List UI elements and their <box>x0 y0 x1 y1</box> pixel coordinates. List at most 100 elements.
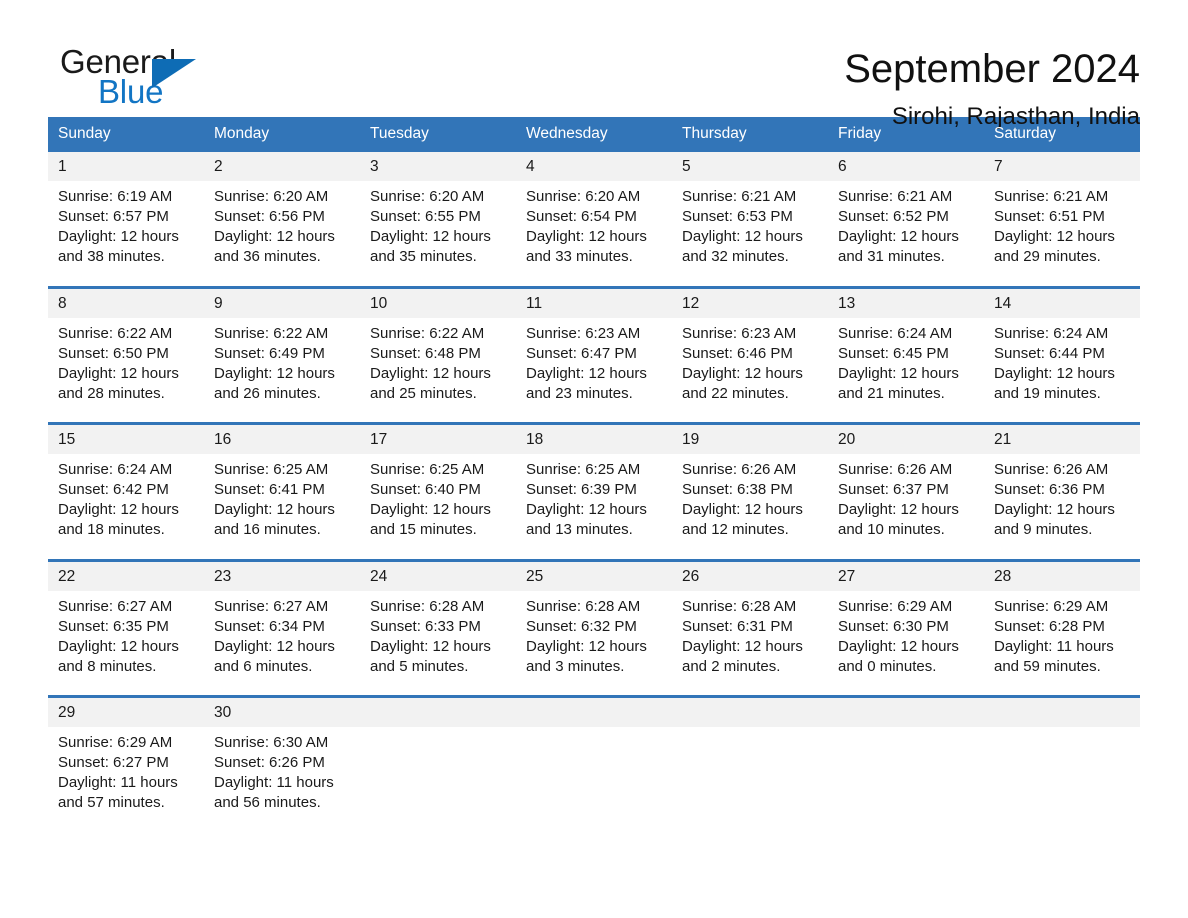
day-cell-date[interactable]: 12 <box>672 285 828 318</box>
daylight-text-line1: Daylight: 12 hours <box>58 228 179 245</box>
day-cell-date[interactable]: 13 <box>828 285 984 318</box>
day-cell-details[interactable]: Sunrise: 6:28 AM Sunset: 6:33 PM Dayligh… <box>360 591 516 697</box>
day-cell-details[interactable]: Sunrise: 6:28 AM Sunset: 6:31 PM Dayligh… <box>672 591 828 697</box>
day-cell-date[interactable]: 11 <box>516 285 672 318</box>
sunset-text: Sunset: 6:34 PM <box>214 617 325 635</box>
day-cell-date[interactable]: 28 <box>984 558 1140 591</box>
daylight-text-line1: Daylight: 12 hours <box>526 364 647 382</box>
day-cell-date[interactable]: 29 <box>48 695 204 727</box>
day-cell-date[interactable]: 20 <box>828 422 984 454</box>
day-cell-date[interactable]: 5 <box>672 152 828 181</box>
sunrise-text: Sunrise: 6:20 AM <box>526 188 641 205</box>
day-cell-details[interactable]: Sunrise: 6:21 AM Sunset: 6:53 PM Dayligh… <box>672 181 828 287</box>
calendar-body: 1 2 3 4 5 6 7 Sunrise: 6:19 AM Sunset: 6… <box>48 152 1140 833</box>
day-cell-date[interactable]: 18 <box>516 422 672 454</box>
day-cell-date[interactable]: 16 <box>204 422 360 454</box>
day-cell-date[interactable]: 1 <box>48 152 204 181</box>
day-cell-date[interactable]: 6 <box>828 152 984 181</box>
sunrise-text: Sunrise: 6:20 AM <box>370 188 485 205</box>
day-cell-details[interactable]: Sunrise: 6:21 AM Sunset: 6:52 PM Dayligh… <box>828 181 984 287</box>
day-cell-details[interactable]: Sunrise: 6:24 AM Sunset: 6:42 PM Dayligh… <box>48 454 204 560</box>
day-cell-date[interactable]: 24 <box>360 558 516 591</box>
day-cell-details[interactable]: Sunrise: 6:25 AM Sunset: 6:41 PM Dayligh… <box>204 454 360 560</box>
date-number: 11 <box>516 288 672 318</box>
day-cell-details[interactable]: Sunrise: 6:26 AM Sunset: 6:38 PM Dayligh… <box>672 454 828 560</box>
day-cell-date[interactable]: 26 <box>672 558 828 591</box>
daylight-text-line1: Daylight: 12 hours <box>214 637 335 655</box>
day-cell-date[interactable]: 22 <box>48 558 204 591</box>
day-cell-date-empty <box>828 695 984 727</box>
date-number <box>672 698 828 727</box>
day-cell-details[interactable]: Sunrise: 6:20 AM Sunset: 6:54 PM Dayligh… <box>516 181 672 287</box>
sunrise-text: Sunrise: 6:28 AM <box>526 597 641 615</box>
day-cell-date[interactable]: 30 <box>204 695 360 727</box>
date-number: 7 <box>984 152 1140 181</box>
day-cell-details[interactable]: Sunrise: 6:21 AM Sunset: 6:51 PM Dayligh… <box>984 181 1140 287</box>
sunset-text: Sunset: 6:27 PM <box>58 754 169 771</box>
day-cell-details[interactable]: Sunrise: 6:29 AM Sunset: 6:28 PM Dayligh… <box>984 591 1140 697</box>
day-cell-details[interactable]: Sunrise: 6:27 AM Sunset: 6:34 PM Dayligh… <box>204 591 360 697</box>
day-cell-date[interactable]: 23 <box>204 558 360 591</box>
sunrise-text: Sunrise: 6:28 AM <box>370 597 485 615</box>
day-cell-details[interactable]: Sunrise: 6:30 AM Sunset: 6:26 PM Dayligh… <box>204 727 360 833</box>
daylight-text-line2: and 8 minutes. <box>58 657 157 675</box>
sunset-text: Sunset: 6:47 PM <box>526 344 637 362</box>
date-number: 26 <box>672 561 828 591</box>
sunrise-text: Sunrise: 6:29 AM <box>994 597 1109 615</box>
day-cell-details[interactable]: Sunrise: 6:23 AM Sunset: 6:46 PM Dayligh… <box>672 318 828 424</box>
day-cell-date[interactable]: 3 <box>360 152 516 181</box>
generalblue-logo[interactable]: General Blue <box>48 44 228 124</box>
day-cell-date[interactable]: 4 <box>516 152 672 181</box>
day-cell-date-empty <box>672 695 828 727</box>
daylight-text-line2: and 16 minutes. <box>214 521 321 538</box>
daylight-text-line2: and 18 minutes. <box>58 521 165 538</box>
date-number: 16 <box>204 425 360 454</box>
date-number: 28 <box>984 561 1140 591</box>
daylight-text-line2: and 28 minutes. <box>58 384 165 402</box>
day-cell-date[interactable]: 10 <box>360 285 516 318</box>
day-cell-date[interactable]: 15 <box>48 422 204 454</box>
day-cell-details[interactable]: Sunrise: 6:25 AM Sunset: 6:40 PM Dayligh… <box>360 454 516 560</box>
week-row-dates: 22 23 24 25 26 27 28 <box>48 558 1140 591</box>
day-cell-details[interactable]: Sunrise: 6:20 AM Sunset: 6:56 PM Dayligh… <box>204 181 360 287</box>
day-cell-date[interactable]: 14 <box>984 285 1140 318</box>
day-cell-details[interactable]: Sunrise: 6:26 AM Sunset: 6:37 PM Dayligh… <box>828 454 984 560</box>
day-cell-details[interactable]: Sunrise: 6:26 AM Sunset: 6:36 PM Dayligh… <box>984 454 1140 560</box>
weekday-header-wednesday: Wednesday <box>526 125 608 142</box>
day-cell-date[interactable]: 17 <box>360 422 516 454</box>
daylight-text-line2: and 5 minutes. <box>370 657 469 675</box>
day-cell-date[interactable]: 19 <box>672 422 828 454</box>
day-cell-details[interactable]: Sunrise: 6:24 AM Sunset: 6:45 PM Dayligh… <box>828 318 984 424</box>
day-cell-date[interactable]: 27 <box>828 558 984 591</box>
day-cell-details[interactable]: Sunrise: 6:23 AM Sunset: 6:47 PM Dayligh… <box>516 318 672 424</box>
weekday-header-tuesday: Tuesday <box>370 125 429 142</box>
sunset-text: Sunset: 6:40 PM <box>370 481 481 498</box>
day-cell-details[interactable]: Sunrise: 6:29 AM Sunset: 6:30 PM Dayligh… <box>828 591 984 697</box>
day-cell-details[interactable]: Sunrise: 6:20 AM Sunset: 6:55 PM Dayligh… <box>360 181 516 287</box>
day-cell-date[interactable]: 8 <box>48 285 204 318</box>
day-cell-details[interactable]: Sunrise: 6:27 AM Sunset: 6:35 PM Dayligh… <box>48 591 204 697</box>
day-cell-date[interactable]: 9 <box>204 285 360 318</box>
sunrise-text: Sunrise: 6:22 AM <box>370 324 485 342</box>
date-number <box>360 698 516 727</box>
day-cell-details[interactable]: Sunrise: 6:22 AM Sunset: 6:49 PM Dayligh… <box>204 318 360 424</box>
day-cell-date[interactable]: 7 <box>984 152 1140 181</box>
daylight-text-line2: and 22 minutes. <box>682 384 789 402</box>
day-cell-details[interactable]: Sunrise: 6:22 AM Sunset: 6:50 PM Dayligh… <box>48 318 204 424</box>
day-cell-date[interactable]: 2 <box>204 152 360 181</box>
daylight-text-line1: Daylight: 11 hours <box>58 774 178 791</box>
day-cell-details[interactable]: Sunrise: 6:28 AM Sunset: 6:32 PM Dayligh… <box>516 591 672 697</box>
daylight-text-line2: and 29 minutes. <box>994 248 1101 265</box>
day-cell-details[interactable]: Sunrise: 6:25 AM Sunset: 6:39 PM Dayligh… <box>516 454 672 560</box>
day-cell-date[interactable]: 25 <box>516 558 672 591</box>
sunset-text: Sunset: 6:49 PM <box>214 344 325 362</box>
daylight-text-line2: and 31 minutes. <box>838 248 945 265</box>
date-number <box>984 698 1140 727</box>
day-cell-details[interactable]: Sunrise: 6:24 AM Sunset: 6:44 PM Dayligh… <box>984 318 1140 424</box>
day-cell-details[interactable]: Sunrise: 6:22 AM Sunset: 6:48 PM Dayligh… <box>360 318 516 424</box>
day-cell-date[interactable]: 21 <box>984 422 1140 454</box>
day-cell-details[interactable]: Sunrise: 6:19 AM Sunset: 6:57 PM Dayligh… <box>48 181 204 287</box>
title-block: September 2024 Sirohi, Rajasthan, India <box>844 44 1140 132</box>
daylight-text-line2: and 38 minutes. <box>58 248 165 265</box>
day-cell-details[interactable]: Sunrise: 6:29 AM Sunset: 6:27 PM Dayligh… <box>48 727 204 833</box>
